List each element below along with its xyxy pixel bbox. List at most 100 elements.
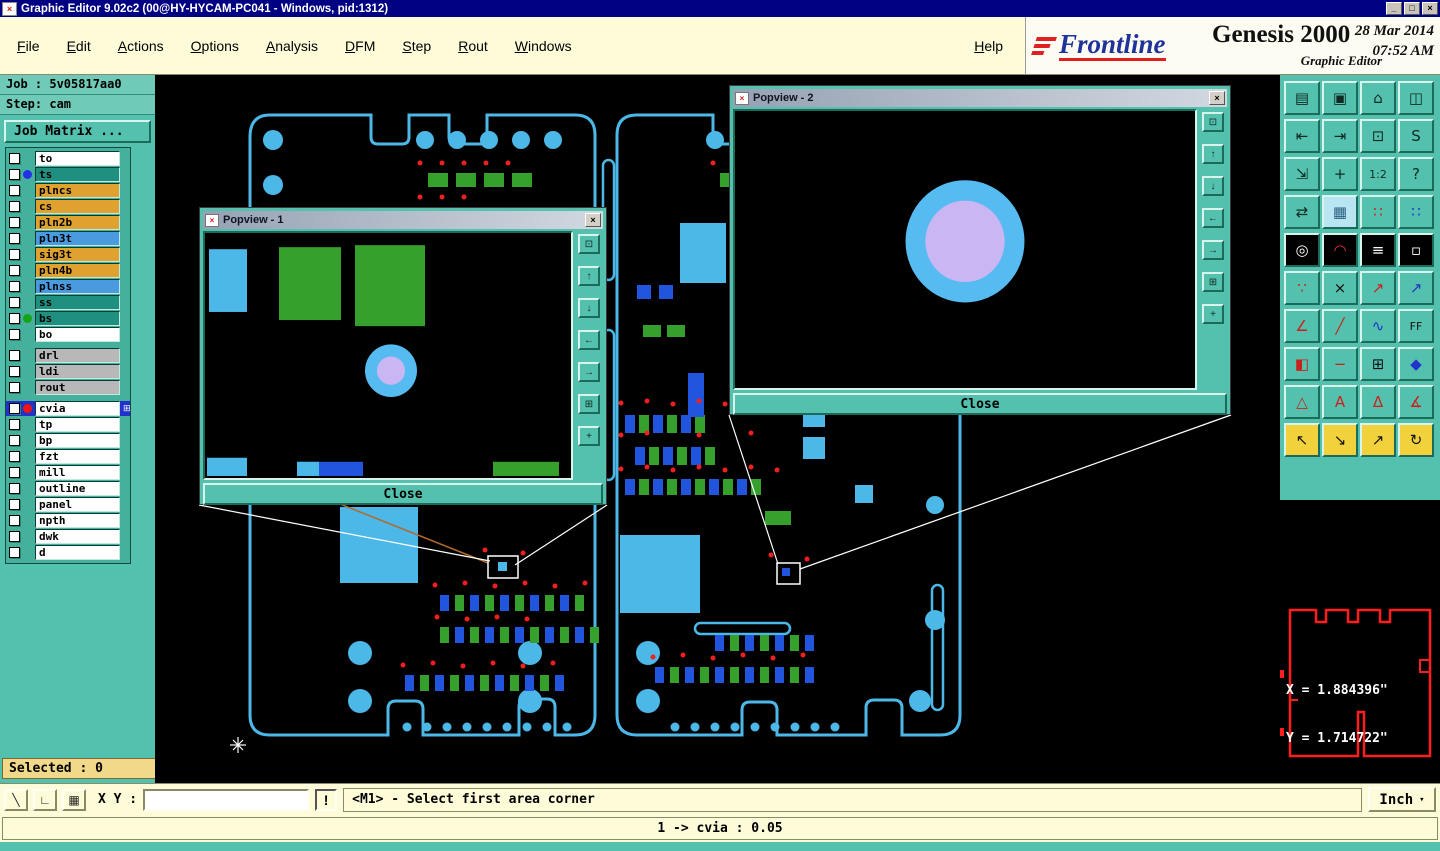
layer-checkbox[interactable] [9, 249, 20, 260]
popview-1-window[interactable]: × Popview - 1 × ⊡ ↑ ↓ ← → ⊞ + Close [199, 207, 607, 505]
layer-checkbox[interactable] [9, 201, 20, 212]
popview-window-button[interactable]: ⊡ [578, 234, 600, 254]
zoom-center-button[interactable]: + [1322, 157, 1358, 191]
layer-name[interactable]: pln2b [35, 215, 120, 230]
help-button[interactable]: ? [1398, 157, 1434, 191]
snap-red-button[interactable]: ∷ [1360, 195, 1396, 229]
layer-row[interactable]: bo [6, 327, 130, 342]
layer-row[interactable]: cvia ⊞ [6, 401, 131, 416]
layer-row[interactable]: pln2b [6, 215, 130, 230]
menu-dfm[interactable]: DFM [345, 38, 375, 54]
layer-checkbox[interactable] [9, 467, 20, 478]
menu-rout[interactable]: Rout [458, 38, 488, 54]
job-matrix-button[interactable]: Job Matrix ... [4, 120, 151, 143]
angle-arc-button[interactable]: ∡ [1398, 385, 1434, 419]
layer-checkbox[interactable] [9, 297, 20, 308]
half-fill-button[interactable]: ◧ [1284, 347, 1320, 381]
zoom-ratio-button[interactable]: 1:2 [1360, 157, 1396, 191]
layer-name[interactable]: rout [35, 380, 120, 395]
layer-checkbox[interactable] [9, 547, 20, 558]
layer-row[interactable]: bp [6, 433, 130, 448]
target-button[interactable]: ◎ [1284, 233, 1320, 267]
triangle-a-button[interactable]: A [1322, 385, 1358, 419]
layer-name[interactable]: dwk [35, 529, 120, 544]
popview-pan-down-button[interactable]: ↓ [1202, 176, 1224, 196]
layer-row[interactable]: plncs [6, 183, 130, 198]
popview-pan-down-button[interactable]: ↓ [578, 298, 600, 318]
xy-input[interactable] [143, 788, 310, 811]
popview-pan-up-button[interactable]: ↑ [578, 266, 600, 286]
layer-name[interactable]: panel [35, 497, 120, 512]
layer-name[interactable]: npth [35, 513, 120, 528]
layer-row[interactable]: rout [6, 380, 130, 395]
arc-probe-button[interactable]: ◠ [1322, 233, 1358, 267]
layer-checkbox[interactable] [9, 329, 20, 340]
triangle-delta-button[interactable]: Δ [1360, 385, 1396, 419]
popview-2-close-button[interactable]: Close [733, 393, 1227, 415]
layer-name[interactable]: ss [35, 295, 120, 310]
layer-name[interactable]: tp [35, 417, 120, 432]
units-dropdown[interactable]: Inch ▾ [1368, 787, 1436, 812]
layer-checkbox[interactable] [9, 281, 20, 292]
layer-name[interactable]: fzt [35, 449, 120, 464]
line-tool-button[interactable]: ╱ [1322, 309, 1358, 343]
angle-tool-button[interactable]: ∠ [1284, 309, 1320, 343]
zoom-fit-button[interactable]: ⇲ [1284, 157, 1320, 191]
layer-name[interactable]: drl [35, 348, 120, 363]
popview-pan-right-button[interactable]: → [578, 362, 600, 382]
layer-row[interactable]: drl [6, 348, 130, 363]
popview-1-close-button[interactable]: Close [203, 483, 603, 505]
layer-name[interactable]: d [35, 545, 120, 560]
net-points-button[interactable]: ∵ [1284, 271, 1320, 305]
layer-name[interactable]: pln4b [35, 263, 120, 278]
snap-blue-button[interactable]: ∷ [1398, 195, 1434, 229]
layer-name[interactable]: outline [35, 481, 120, 496]
new-window-button[interactable]: ▤ [1284, 81, 1320, 115]
popview-2-window[interactable]: × Popview - 2 × ⊡ ↑ ↓ ← → ⊞ + Close [729, 85, 1231, 415]
layer-name[interactable]: to [35, 151, 120, 166]
popview-2-titlebar[interactable]: × Popview - 2 × [733, 89, 1227, 107]
layer-name[interactable]: bs [35, 311, 120, 326]
layers-swap-button[interactable]: ⇄ [1284, 195, 1320, 229]
popview-pan-right-button[interactable]: → [1202, 240, 1224, 260]
zoom-next-button[interactable]: ⇥ [1322, 119, 1358, 153]
layer-name[interactable]: bp [35, 433, 120, 448]
layer-row[interactable]: d [6, 545, 130, 560]
layer-row[interactable]: cs [6, 199, 130, 214]
grid-toggle-button[interactable]: ▦ [62, 788, 86, 811]
layer-row[interactable]: dwk [6, 529, 130, 544]
menu-step[interactable]: Step [402, 38, 431, 54]
shape-tool-button[interactable]: ◆ [1398, 347, 1434, 381]
minimize-button[interactable]: _ [1386, 2, 1402, 15]
layer-checkbox[interactable] [9, 499, 20, 510]
popview-move-button[interactable]: + [578, 426, 600, 446]
layer-checkbox[interactable] [9, 217, 20, 228]
zoom-prev-button[interactable]: ⇤ [1284, 119, 1320, 153]
triangle-outline-button[interactable]: △ [1284, 385, 1320, 419]
dash-tool-button[interactable]: − [1322, 347, 1358, 381]
cursor-nw-button[interactable]: ↖ [1284, 423, 1320, 457]
menu-windows[interactable]: Windows [515, 38, 572, 54]
layer-checkbox[interactable] [9, 366, 20, 377]
alert-button[interactable]: ! [315, 788, 338, 811]
delete-x-button[interactable]: × [1322, 271, 1358, 305]
layer-row[interactable]: npth [6, 513, 130, 528]
snap-line-button[interactable]: ╲ [4, 788, 28, 811]
popview-move-button[interactable]: + [1202, 304, 1224, 324]
menu-analysis[interactable]: Analysis [266, 38, 318, 54]
cursor-se-button[interactable]: ↘ [1322, 423, 1358, 457]
layer-row[interactable]: sig3t [6, 247, 130, 262]
menu-edit[interactable]: Edit [67, 38, 91, 54]
layer-checkbox[interactable] [9, 483, 20, 494]
popview-zoom-button[interactable]: ⊞ [578, 394, 600, 414]
layer-row[interactable]: pln3t [6, 231, 130, 246]
popview-pan-up-button[interactable]: ↑ [1202, 144, 1224, 164]
popview-1-titlebar[interactable]: × Popview - 1 × [203, 211, 603, 229]
layer-checkbox[interactable] [9, 350, 20, 361]
tile-view-button[interactable]: ◫ [1398, 81, 1434, 115]
menu-options[interactable]: Options [191, 38, 239, 54]
layer-row[interactable]: outline [6, 481, 130, 496]
layer-row[interactable]: fzt [6, 449, 130, 464]
layer-row[interactable]: pln4b [6, 263, 130, 278]
popview-2-canvas[interactable] [733, 109, 1197, 390]
